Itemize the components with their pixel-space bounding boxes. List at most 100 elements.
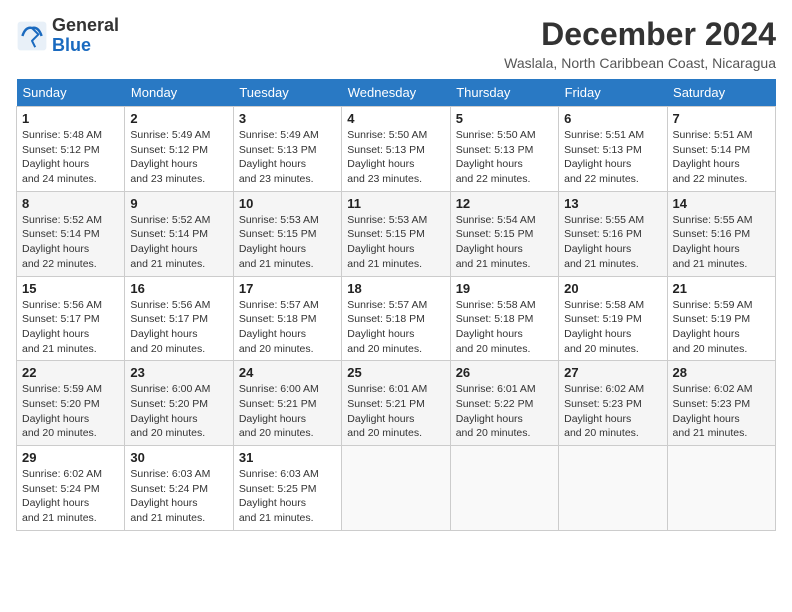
calendar-cell: 30 Sunrise: 6:03 AM Sunset: 5:24 PM Dayl… bbox=[125, 446, 233, 531]
calendar-header-row: SundayMondayTuesdayWednesdayThursdayFrid… bbox=[17, 79, 776, 107]
calendar-cell: 26 Sunrise: 6:01 AM Sunset: 5:22 PM Dayl… bbox=[450, 361, 558, 446]
day-info: Sunrise: 5:48 AM Sunset: 5:12 PM Dayligh… bbox=[22, 128, 119, 187]
calendar-cell: 11 Sunrise: 5:53 AM Sunset: 5:15 PM Dayl… bbox=[342, 191, 450, 276]
day-info: Sunrise: 5:54 AM Sunset: 5:15 PM Dayligh… bbox=[456, 213, 553, 272]
day-info: Sunrise: 5:59 AM Sunset: 5:19 PM Dayligh… bbox=[673, 298, 770, 357]
day-number: 12 bbox=[456, 196, 553, 211]
day-number: 9 bbox=[130, 196, 227, 211]
day-info: Sunrise: 6:01 AM Sunset: 5:22 PM Dayligh… bbox=[456, 382, 553, 441]
day-info: Sunrise: 6:01 AM Sunset: 5:21 PM Dayligh… bbox=[347, 382, 444, 441]
month-year-title: December 2024 bbox=[504, 16, 776, 53]
calendar-cell bbox=[342, 446, 450, 531]
day-number: 14 bbox=[673, 196, 770, 211]
calendar-cell: 15 Sunrise: 5:56 AM Sunset: 5:17 PM Dayl… bbox=[17, 276, 125, 361]
calendar-cell: 27 Sunrise: 6:02 AM Sunset: 5:23 PM Dayl… bbox=[559, 361, 667, 446]
calendar-cell: 20 Sunrise: 5:58 AM Sunset: 5:19 PM Dayl… bbox=[559, 276, 667, 361]
day-info: Sunrise: 6:02 AM Sunset: 5:24 PM Dayligh… bbox=[22, 467, 119, 526]
day-number: 30 bbox=[130, 450, 227, 465]
day-info: Sunrise: 5:49 AM Sunset: 5:12 PM Dayligh… bbox=[130, 128, 227, 187]
calendar-day-header: Wednesday bbox=[342, 79, 450, 107]
day-info: Sunrise: 5:57 AM Sunset: 5:18 PM Dayligh… bbox=[347, 298, 444, 357]
calendar-cell: 18 Sunrise: 5:57 AM Sunset: 5:18 PM Dayl… bbox=[342, 276, 450, 361]
day-number: 21 bbox=[673, 281, 770, 296]
logo: General Blue bbox=[16, 16, 119, 56]
location-subtitle: Waslala, North Caribbean Coast, Nicaragu… bbox=[504, 55, 776, 71]
day-info: Sunrise: 6:02 AM Sunset: 5:23 PM Dayligh… bbox=[564, 382, 661, 441]
title-section: December 2024 Waslala, North Caribbean C… bbox=[504, 16, 776, 71]
calendar-day-header: Thursday bbox=[450, 79, 558, 107]
day-info: Sunrise: 5:55 AM Sunset: 5:16 PM Dayligh… bbox=[564, 213, 661, 272]
calendar-cell: 7 Sunrise: 5:51 AM Sunset: 5:14 PM Dayli… bbox=[667, 107, 775, 192]
day-number: 3 bbox=[239, 111, 336, 126]
day-info: Sunrise: 6:02 AM Sunset: 5:23 PM Dayligh… bbox=[673, 382, 770, 441]
calendar-cell: 4 Sunrise: 5:50 AM Sunset: 5:13 PM Dayli… bbox=[342, 107, 450, 192]
day-number: 20 bbox=[564, 281, 661, 296]
day-number: 4 bbox=[347, 111, 444, 126]
day-number: 28 bbox=[673, 365, 770, 380]
day-info: Sunrise: 6:03 AM Sunset: 5:25 PM Dayligh… bbox=[239, 467, 336, 526]
calendar-cell: 3 Sunrise: 5:49 AM Sunset: 5:13 PM Dayli… bbox=[233, 107, 341, 192]
day-number: 19 bbox=[456, 281, 553, 296]
day-number: 25 bbox=[347, 365, 444, 380]
day-number: 22 bbox=[22, 365, 119, 380]
calendar-cell: 22 Sunrise: 5:59 AM Sunset: 5:20 PM Dayl… bbox=[17, 361, 125, 446]
calendar-cell: 1 Sunrise: 5:48 AM Sunset: 5:12 PM Dayli… bbox=[17, 107, 125, 192]
calendar-day-header: Friday bbox=[559, 79, 667, 107]
day-number: 15 bbox=[22, 281, 119, 296]
day-info: Sunrise: 5:58 AM Sunset: 5:19 PM Dayligh… bbox=[564, 298, 661, 357]
day-info: Sunrise: 5:51 AM Sunset: 5:14 PM Dayligh… bbox=[673, 128, 770, 187]
day-info: Sunrise: 5:56 AM Sunset: 5:17 PM Dayligh… bbox=[130, 298, 227, 357]
day-info: Sunrise: 5:53 AM Sunset: 5:15 PM Dayligh… bbox=[239, 213, 336, 272]
day-number: 16 bbox=[130, 281, 227, 296]
calendar-cell: 13 Sunrise: 5:55 AM Sunset: 5:16 PM Dayl… bbox=[559, 191, 667, 276]
calendar-cell bbox=[450, 446, 558, 531]
day-number: 1 bbox=[22, 111, 119, 126]
day-number: 24 bbox=[239, 365, 336, 380]
calendar-cell: 6 Sunrise: 5:51 AM Sunset: 5:13 PM Dayli… bbox=[559, 107, 667, 192]
calendar-table: SundayMondayTuesdayWednesdayThursdayFrid… bbox=[16, 79, 776, 531]
day-info: Sunrise: 5:52 AM Sunset: 5:14 PM Dayligh… bbox=[130, 213, 227, 272]
day-number: 18 bbox=[347, 281, 444, 296]
calendar-cell: 28 Sunrise: 6:02 AM Sunset: 5:23 PM Dayl… bbox=[667, 361, 775, 446]
calendar-day-header: Monday bbox=[125, 79, 233, 107]
calendar-cell: 29 Sunrise: 6:02 AM Sunset: 5:24 PM Dayl… bbox=[17, 446, 125, 531]
calendar-cell: 5 Sunrise: 5:50 AM Sunset: 5:13 PM Dayli… bbox=[450, 107, 558, 192]
day-number: 6 bbox=[564, 111, 661, 126]
day-number: 13 bbox=[564, 196, 661, 211]
day-info: Sunrise: 5:50 AM Sunset: 5:13 PM Dayligh… bbox=[347, 128, 444, 187]
page-header: General Blue December 2024 Waslala, Nort… bbox=[16, 16, 776, 71]
day-number: 27 bbox=[564, 365, 661, 380]
day-info: Sunrise: 5:51 AM Sunset: 5:13 PM Dayligh… bbox=[564, 128, 661, 187]
calendar-cell: 17 Sunrise: 5:57 AM Sunset: 5:18 PM Dayl… bbox=[233, 276, 341, 361]
day-info: Sunrise: 5:59 AM Sunset: 5:20 PM Dayligh… bbox=[22, 382, 119, 441]
calendar-cell: 16 Sunrise: 5:56 AM Sunset: 5:17 PM Dayl… bbox=[125, 276, 233, 361]
calendar-cell: 31 Sunrise: 6:03 AM Sunset: 5:25 PM Dayl… bbox=[233, 446, 341, 531]
day-info: Sunrise: 5:50 AM Sunset: 5:13 PM Dayligh… bbox=[456, 128, 553, 187]
logo-icon bbox=[16, 20, 48, 52]
day-info: Sunrise: 5:52 AM Sunset: 5:14 PM Dayligh… bbox=[22, 213, 119, 272]
calendar-day-header: Saturday bbox=[667, 79, 775, 107]
day-number: 7 bbox=[673, 111, 770, 126]
calendar-cell: 25 Sunrise: 6:01 AM Sunset: 5:21 PM Dayl… bbox=[342, 361, 450, 446]
day-number: 29 bbox=[22, 450, 119, 465]
calendar-cell: 23 Sunrise: 6:00 AM Sunset: 5:20 PM Dayl… bbox=[125, 361, 233, 446]
day-number: 26 bbox=[456, 365, 553, 380]
day-info: Sunrise: 5:57 AM Sunset: 5:18 PM Dayligh… bbox=[239, 298, 336, 357]
calendar-day-header: Sunday bbox=[17, 79, 125, 107]
calendar-cell bbox=[667, 446, 775, 531]
day-number: 11 bbox=[347, 196, 444, 211]
day-info: Sunrise: 5:55 AM Sunset: 5:16 PM Dayligh… bbox=[673, 213, 770, 272]
day-number: 17 bbox=[239, 281, 336, 296]
day-info: Sunrise: 5:49 AM Sunset: 5:13 PM Dayligh… bbox=[239, 128, 336, 187]
calendar-cell: 14 Sunrise: 5:55 AM Sunset: 5:16 PM Dayl… bbox=[667, 191, 775, 276]
day-number: 5 bbox=[456, 111, 553, 126]
day-number: 8 bbox=[22, 196, 119, 211]
day-number: 2 bbox=[130, 111, 227, 126]
day-number: 31 bbox=[239, 450, 336, 465]
calendar-cell: 2 Sunrise: 5:49 AM Sunset: 5:12 PM Dayli… bbox=[125, 107, 233, 192]
day-number: 23 bbox=[130, 365, 227, 380]
calendar-cell: 12 Sunrise: 5:54 AM Sunset: 5:15 PM Dayl… bbox=[450, 191, 558, 276]
calendar-cell: 19 Sunrise: 5:58 AM Sunset: 5:18 PM Dayl… bbox=[450, 276, 558, 361]
day-number: 10 bbox=[239, 196, 336, 211]
day-info: Sunrise: 6:03 AM Sunset: 5:24 PM Dayligh… bbox=[130, 467, 227, 526]
